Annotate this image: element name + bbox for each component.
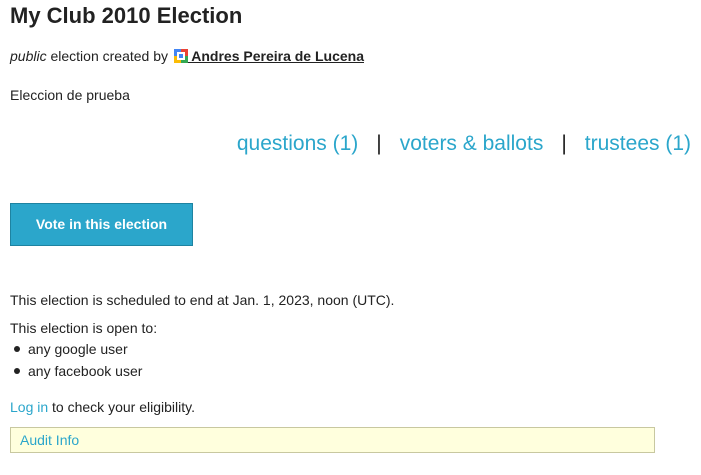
list-item: any google user: [10, 338, 142, 360]
voters-ballots-link[interactable]: voters & ballots: [400, 132, 544, 155]
open-to-heading: This election is open to:: [10, 320, 158, 336]
eligibility-list: any google user any facebook user: [10, 338, 142, 382]
trustees-link[interactable]: trustees (1): [585, 132, 691, 155]
schedule-text: This election is scheduled to end at Jan…: [10, 292, 395, 308]
nav-separator: |: [376, 132, 382, 155]
eligibility-item-label: any google user: [28, 341, 128, 357]
election-description: Eleccion de prueba: [10, 87, 130, 103]
creator-link[interactable]: Andres Pereira de Lucena: [188, 48, 364, 64]
google-logo-icon: [173, 49, 188, 63]
bullet-icon: [14, 346, 20, 352]
vote-button[interactable]: Vote in this election: [10, 203, 193, 246]
visibility-label: public: [10, 48, 47, 64]
login-line: Log in to check your eligibility.: [10, 398, 195, 416]
page-title: My Club 2010 Election: [10, 3, 243, 28]
list-item: any facebook user: [10, 360, 142, 382]
eligibility-item-label: any facebook user: [28, 363, 143, 379]
questions-link[interactable]: questions (1): [237, 132, 358, 155]
election-nav: questions (1) | voters & ballots | trustees …: [237, 130, 691, 158]
login-suffix: to check your eligibility.: [48, 399, 195, 415]
bullet-icon: [14, 368, 20, 374]
audit-info-box: Audit Info: [10, 427, 655, 453]
election-page: My Club 2010 Election public election cr…: [0, 0, 701, 475]
nav-separator: |: [561, 132, 567, 155]
created-by-text: election created by: [46, 48, 172, 64]
login-link[interactable]: Log in: [10, 399, 48, 415]
audit-info-link[interactable]: Audit Info: [20, 432, 79, 448]
election-byline: public election created by Andres Pereir…: [10, 47, 364, 65]
